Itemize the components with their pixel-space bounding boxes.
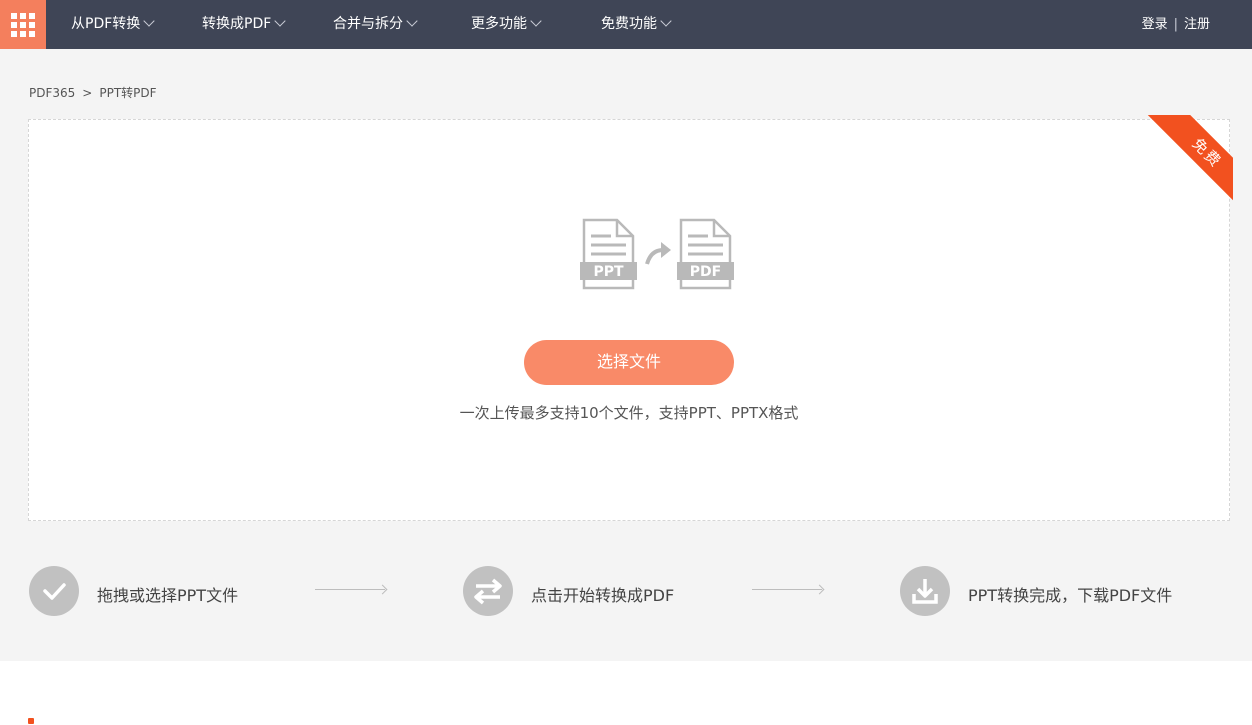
top-nav-bar: 从PDF转换 转换成PDF 合并与拆分 更多功能 免费功能 登录 | 注册 — [0, 0, 1252, 49]
breadcrumb-current: PPT转PDF — [99, 86, 157, 100]
nav-more-features[interactable]: 更多功能 — [471, 0, 542, 49]
auth-separator: | — [1173, 17, 1178, 32]
section-marker — [28, 718, 34, 724]
step-2-label: 点击开始转换成PDF — [531, 586, 675, 605]
step-arrow — [752, 589, 822, 590]
download-icon — [912, 579, 938, 604]
breadcrumb: PDF365 > PPT转PDF — [29, 84, 157, 101]
pdf-document-icon: PDF — [677, 218, 734, 290]
free-badge: 免费 — [1146, 115, 1233, 203]
nav-label: 免费功能 — [601, 16, 657, 32]
ppt-to-pdf-illustration: PPT PDF — [580, 218, 734, 290]
nav-to-pdf[interactable]: 转换成PDF — [202, 0, 286, 49]
check-icon — [43, 583, 66, 600]
grid-icon — [11, 13, 35, 37]
nav-from-pdf[interactable]: 从PDF转换 — [71, 0, 155, 49]
step-3-label: PPT转换完成，下载PDF文件 — [968, 586, 1173, 605]
select-file-button[interactable]: 选择文件 — [524, 340, 734, 385]
chevron-down-icon — [143, 15, 155, 27]
nav-label: 合并与拆分 — [333, 16, 403, 32]
ppt-format-label: PPT — [593, 264, 624, 280]
login-link[interactable]: 登录 — [1142, 17, 1168, 32]
auth-links: 登录 | 注册 — [1142, 0, 1210, 49]
step-1-icon-bg — [29, 566, 79, 616]
step-1-label: 拖拽或选择PPT文件 — [97, 586, 239, 605]
main-content: PDF365 > PPT转PDF 免费 PPT PDF 选择文件 一次上传最多支… — [0, 49, 1252, 661]
breadcrumb-separator: > — [82, 86, 93, 100]
curved-arrow-icon — [645, 242, 671, 265]
breadcrumb-home[interactable]: PDF365 — [29, 86, 75, 100]
chevron-down-icon — [530, 15, 542, 27]
step-3-icon-bg — [900, 566, 950, 616]
step-2-icon-bg — [463, 566, 513, 616]
nav-label: 从PDF转换 — [71, 16, 141, 32]
swap-arrows-icon — [474, 578, 502, 605]
upload-hint: 一次上传最多支持10个文件，支持PPT、PPTX格式 — [459, 404, 799, 422]
pdf-format-label: PDF — [690, 264, 721, 280]
ppt-document-icon: PPT — [580, 218, 637, 290]
free-ribbon: 免费 — [1145, 115, 1233, 203]
step-arrow — [315, 589, 385, 590]
nav-free-features[interactable]: 免费功能 — [601, 0, 672, 49]
nav-label: 更多功能 — [471, 16, 527, 32]
file-drop-zone[interactable]: 免费 PPT PDF 选择文件 一次上传最多支持10个文件，支持PPT、PPTX… — [28, 115, 1233, 521]
nav-label: 转换成PDF — [202, 16, 272, 32]
register-link[interactable]: 注册 — [1184, 17, 1210, 32]
chevron-down-icon — [274, 15, 286, 27]
chevron-down-icon — [406, 15, 418, 27]
nav-merge-split[interactable]: 合并与拆分 — [333, 0, 418, 49]
apps-menu-button[interactable] — [0, 0, 46, 49]
chevron-down-icon — [660, 15, 672, 27]
